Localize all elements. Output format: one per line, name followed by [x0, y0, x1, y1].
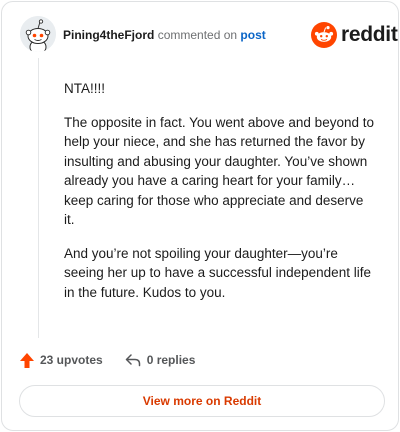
- comment-paragraph: The opposite in fact. You went above and…: [64, 114, 374, 228]
- reply-button[interactable]: 0 replies: [125, 353, 196, 367]
- reply-count: 0 replies: [146, 353, 196, 367]
- reddit-logo[interactable]: reddit: [311, 22, 398, 48]
- comment-embed-card: Pining4theFjord commented on post reddit…: [1, 1, 399, 431]
- comment-header: Pining4theFjord commented on post: [63, 27, 266, 43]
- upvote-button[interactable]: 23 upvotes: [19, 352, 103, 369]
- reply-arrow-icon: [125, 354, 140, 367]
- user-avatar[interactable]: [20, 16, 56, 52]
- comment-paragraph: And you’re not spoiling your daughter—yo…: [64, 245, 371, 300]
- comment-paragraph: NTA!!!!: [64, 81, 106, 96]
- upvote-count: 23 upvotes: [40, 353, 103, 367]
- view-more-button[interactable]: View more on Reddit: [19, 385, 385, 417]
- thread-line: [38, 58, 39, 338]
- comment-actions: 23 upvotes 0 replies: [19, 350, 195, 370]
- post-link[interactable]: post: [240, 28, 265, 42]
- snoo-avatar-icon: [20, 16, 56, 52]
- username-link[interactable]: Pining4theFjord: [63, 28, 154, 42]
- comment-action-text: commented on: [157, 28, 238, 42]
- reddit-wordmark: reddit: [341, 23, 398, 46]
- reddit-snoo-icon: [311, 22, 337, 48]
- upvote-arrow-icon: [20, 352, 34, 368]
- comment-body: NTA!!!! The opposite in fact. You went a…: [64, 79, 374, 316]
